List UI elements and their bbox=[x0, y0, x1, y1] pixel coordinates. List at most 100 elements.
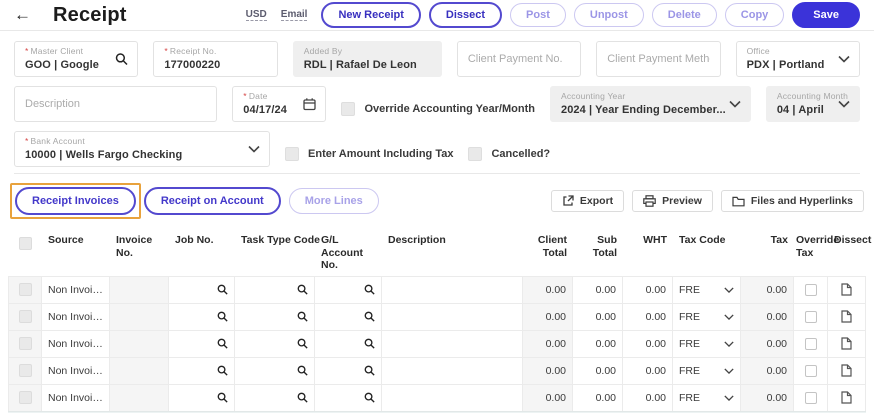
dissect-cell[interactable] bbox=[828, 331, 866, 357]
unpost-button[interactable]: Unpost bbox=[574, 3, 644, 27]
search-icon[interactable] bbox=[297, 365, 308, 376]
chevron-down-icon[interactable] bbox=[724, 287, 734, 293]
tab-receipt-invoices[interactable]: Receipt Invoices bbox=[15, 187, 136, 215]
chevron-down-icon[interactable] bbox=[248, 146, 260, 153]
description-cell[interactable] bbox=[382, 277, 523, 303]
gl-account-no-cell[interactable] bbox=[315, 358, 382, 384]
receipt-no-field[interactable]: *Receipt No. 177000220 bbox=[153, 41, 277, 77]
files-and-hyperlinks-button[interactable]: Files and Hyperlinks bbox=[721, 190, 864, 212]
tax-code-cell[interactable]: FRE bbox=[673, 277, 741, 303]
sub-total-cell[interactable]: 0.00 bbox=[573, 304, 623, 330]
gl-account-no-cell[interactable] bbox=[315, 331, 382, 357]
client-payment-method-field[interactable] bbox=[596, 41, 720, 77]
delete-button[interactable]: Delete bbox=[652, 3, 717, 27]
gl-account-no-cell[interactable] bbox=[315, 304, 382, 330]
chevron-down-icon[interactable] bbox=[724, 341, 734, 347]
master-client-field[interactable]: *Master Client GOO | Google bbox=[14, 41, 138, 77]
search-icon[interactable] bbox=[364, 338, 375, 349]
search-icon[interactable] bbox=[364, 365, 375, 376]
override-tax-checkbox[interactable] bbox=[805, 338, 817, 350]
description-cell[interactable] bbox=[382, 304, 523, 330]
sub-total-cell[interactable]: 0.00 bbox=[573, 358, 623, 384]
sub-total-cell[interactable]: 0.00 bbox=[573, 331, 623, 357]
description-cell[interactable] bbox=[382, 385, 523, 411]
search-icon[interactable] bbox=[217, 284, 228, 295]
wht-cell[interactable]: 0.00 bbox=[623, 331, 673, 357]
copy-button[interactable]: Copy bbox=[725, 3, 785, 27]
search-icon[interactable] bbox=[297, 392, 308, 403]
override-accounting-checkbox[interactable] bbox=[341, 102, 355, 116]
client-payment-no-field[interactable] bbox=[457, 41, 581, 77]
task-type-code-cell[interactable] bbox=[235, 304, 315, 330]
search-icon[interactable] bbox=[297, 311, 308, 322]
row-checkbox[interactable] bbox=[19, 364, 32, 377]
dissect-cell[interactable] bbox=[828, 277, 866, 303]
dissect-cell[interactable] bbox=[828, 358, 866, 384]
dissect-cell[interactable] bbox=[828, 304, 866, 330]
search-icon[interactable] bbox=[297, 338, 308, 349]
row-checkbox[interactable] bbox=[19, 310, 32, 323]
search-icon[interactable] bbox=[364, 392, 375, 403]
client-payment-method-input[interactable] bbox=[607, 42, 709, 76]
search-icon[interactable] bbox=[364, 284, 375, 295]
search-icon[interactable] bbox=[217, 311, 228, 322]
chevron-down-icon[interactable] bbox=[724, 314, 734, 320]
file-icon[interactable] bbox=[841, 364, 852, 377]
search-icon[interactable] bbox=[217, 338, 228, 349]
description-cell[interactable] bbox=[382, 331, 523, 357]
file-icon[interactable] bbox=[841, 310, 852, 323]
job-no-cell[interactable] bbox=[169, 277, 235, 303]
file-icon[interactable] bbox=[841, 283, 852, 296]
search-icon[interactable] bbox=[115, 53, 128, 66]
task-type-code-cell[interactable] bbox=[235, 385, 315, 411]
wht-cell[interactable]: 0.00 bbox=[623, 277, 673, 303]
wht-cell[interactable]: 0.00 bbox=[623, 304, 673, 330]
task-type-code-cell[interactable] bbox=[235, 358, 315, 384]
file-icon[interactable] bbox=[841, 391, 852, 404]
email-link[interactable]: Email bbox=[281, 9, 308, 21]
override-tax-checkbox[interactable] bbox=[805, 311, 817, 323]
job-no-cell[interactable] bbox=[169, 358, 235, 384]
currency-link[interactable]: USD bbox=[246, 9, 267, 21]
gl-account-no-cell[interactable] bbox=[315, 385, 382, 411]
cancelled-checkbox[interactable] bbox=[468, 147, 482, 161]
bank-account-field[interactable]: *Bank Account 10000 | Wells Fargo Checki… bbox=[14, 131, 270, 167]
task-type-code-cell[interactable] bbox=[235, 277, 315, 303]
job-no-cell[interactable] bbox=[169, 385, 235, 411]
date-field[interactable]: *Date 04/17/24 bbox=[232, 86, 326, 122]
save-button[interactable]: Save bbox=[792, 2, 860, 28]
post-button[interactable]: Post bbox=[510, 3, 566, 27]
gl-account-no-cell[interactable] bbox=[315, 277, 382, 303]
description-input[interactable] bbox=[25, 87, 206, 121]
override-tax-checkbox[interactable] bbox=[805, 392, 817, 404]
search-icon[interactable] bbox=[297, 284, 308, 295]
description-cell[interactable] bbox=[382, 358, 523, 384]
row-checkbox[interactable] bbox=[19, 283, 32, 296]
dissect-cell[interactable] bbox=[828, 385, 866, 411]
export-button[interactable]: Export bbox=[551, 190, 624, 212]
wht-cell[interactable]: 0.00 bbox=[623, 358, 673, 384]
row-checkbox[interactable] bbox=[19, 391, 32, 404]
client-payment-no-input[interactable] bbox=[468, 42, 570, 76]
row-checkbox[interactable] bbox=[19, 337, 32, 350]
search-icon[interactable] bbox=[217, 365, 228, 376]
tab-more-lines[interactable]: More Lines bbox=[289, 188, 379, 214]
select-all-checkbox[interactable] bbox=[19, 237, 32, 250]
override-tax-checkbox[interactable] bbox=[805, 365, 817, 377]
task-type-code-cell[interactable] bbox=[235, 331, 315, 357]
calendar-icon[interactable] bbox=[303, 98, 316, 111]
search-icon[interactable] bbox=[217, 392, 228, 403]
tab-receipt-on-account[interactable]: Receipt on Account bbox=[144, 187, 281, 215]
tax-code-cell[interactable]: FRE bbox=[673, 358, 741, 384]
file-icon[interactable] bbox=[841, 337, 852, 350]
chevron-down-icon[interactable] bbox=[838, 56, 850, 63]
back-arrow-icon[interactable]: ← bbox=[14, 5, 31, 25]
job-no-cell[interactable] bbox=[169, 331, 235, 357]
chevron-down-icon[interactable] bbox=[724, 368, 734, 374]
enter-amount-including-tax-checkbox[interactable] bbox=[285, 147, 299, 161]
search-icon[interactable] bbox=[364, 311, 375, 322]
dissect-button[interactable]: Dissect bbox=[429, 2, 502, 28]
sub-total-cell[interactable]: 0.00 bbox=[573, 277, 623, 303]
sub-total-cell[interactable]: 0.00 bbox=[573, 385, 623, 411]
override-tax-checkbox[interactable] bbox=[805, 284, 817, 296]
